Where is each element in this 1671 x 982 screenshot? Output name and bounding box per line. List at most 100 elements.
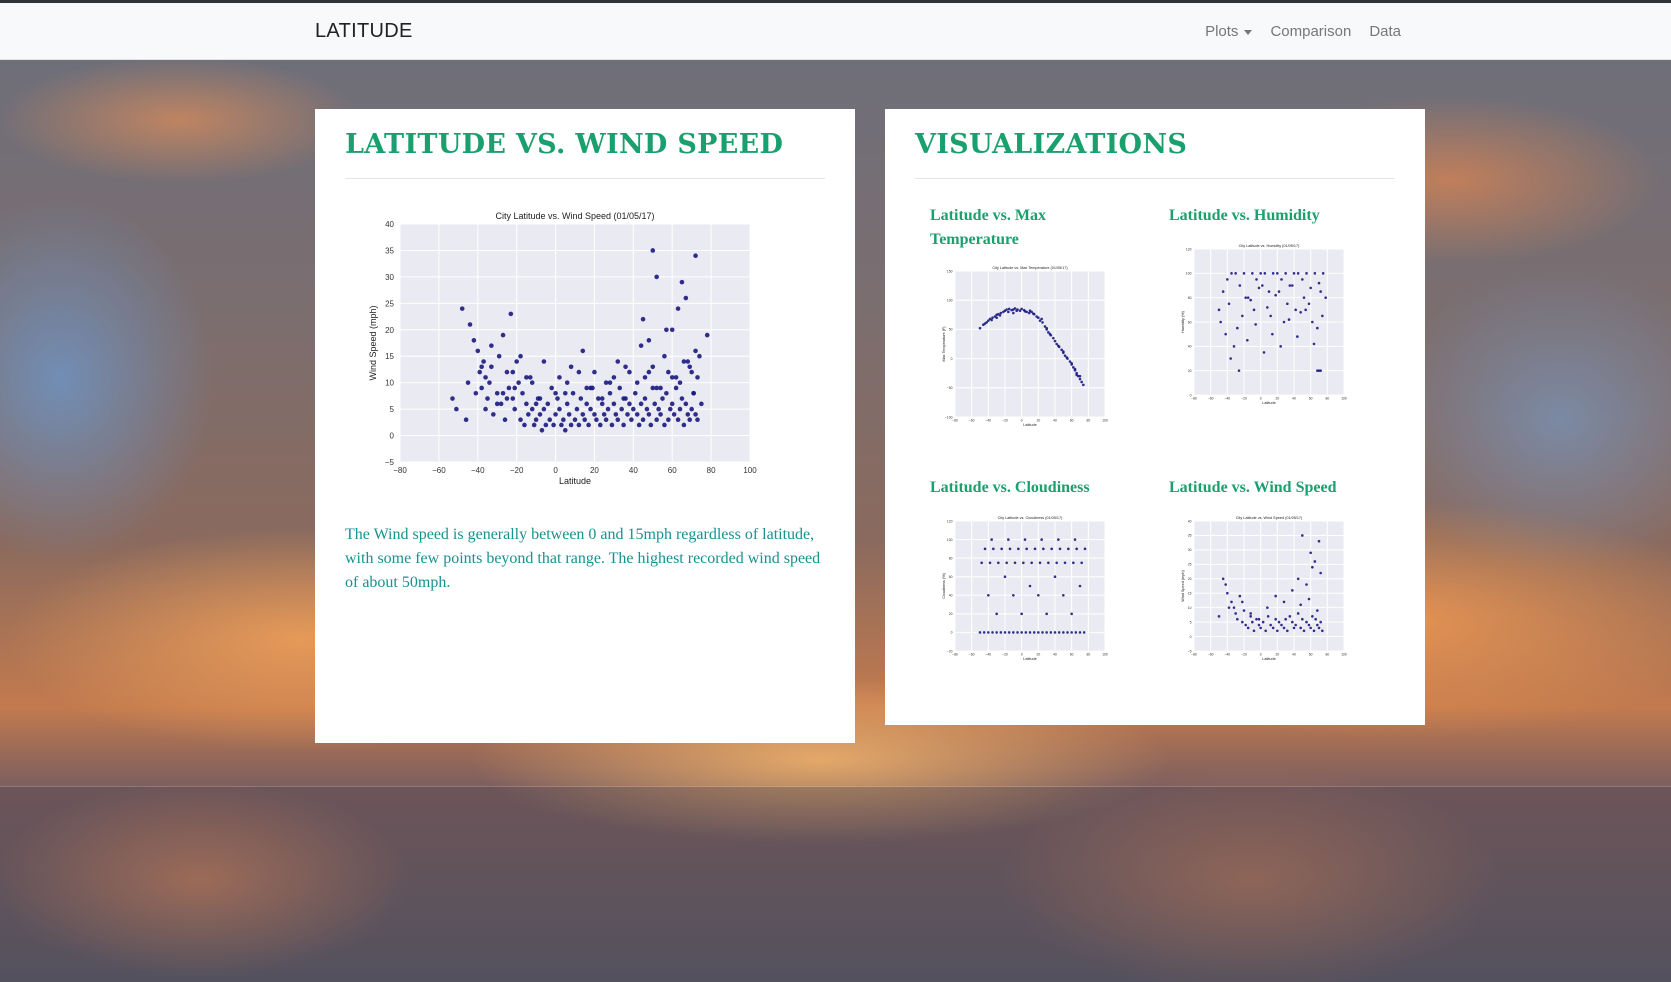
scatter-point <box>1299 603 1302 607</box>
scatter-point <box>1078 374 1082 378</box>
scatter-point <box>1302 296 1306 299</box>
scatter-point <box>640 417 646 422</box>
x-tick-label: 80 <box>707 466 716 475</box>
scatter-point <box>1287 318 1291 321</box>
x-tick-label: 40 <box>1053 419 1057 423</box>
scatter-point <box>632 390 638 396</box>
scatter-point <box>1224 583 1227 586</box>
divider <box>345 178 825 179</box>
scatter-point <box>1269 623 1272 627</box>
brand-link[interactable]: LATITUDE <box>315 20 413 43</box>
scatter-point <box>1252 629 1256 633</box>
scatter-point <box>677 406 683 412</box>
y-tick-label: 20 <box>949 612 953 616</box>
scatter-point <box>471 338 477 343</box>
nav-data-link[interactable]: Data <box>1369 23 1401 40</box>
y-tick-label: 15 <box>385 352 394 361</box>
scatter-point <box>687 417 693 422</box>
scatter-point <box>504 396 510 401</box>
scatter-point <box>1007 307 1011 311</box>
scatter-point <box>1042 547 1045 551</box>
x-tick-label: −60 <box>969 419 975 423</box>
viz-link-wind-speed[interactable]: Latitude vs. Wind Speed <box>1169 476 1399 500</box>
scatter-point <box>1049 631 1053 634</box>
y-axis-label: Wind Speed (mph) <box>368 305 378 380</box>
viz-link-cloudiness[interactable]: Latitude vs. Cloudiness <box>930 476 1150 500</box>
scatter-point <box>454 406 459 412</box>
scatter-point <box>1082 631 1086 634</box>
scatter-point <box>619 406 624 412</box>
scatter-point <box>514 359 519 364</box>
cloudiness-thumbnail[interactable]: −80 −60 −40 −20 0 20 40 60 80 100 −20 0 20 40 60 80 100 1… <box>930 509 1115 669</box>
scatter-point <box>646 338 652 343</box>
scatter-point <box>1227 302 1231 306</box>
scatter-point <box>1291 284 1294 287</box>
scatter-point <box>562 390 568 396</box>
scatter-point <box>1217 615 1221 618</box>
scatter-point <box>1269 314 1272 318</box>
viz-link-humidity[interactable]: Latitude vs. Humidity <box>1169 204 1399 228</box>
x-tick-label: 20 <box>1275 397 1279 401</box>
scatter-point <box>1302 629 1306 633</box>
viz-link-max-temperature[interactable]: Latitude vs. Max Temperature <box>930 204 1130 252</box>
scatter-point <box>681 422 687 428</box>
scatter-point <box>1080 380 1083 384</box>
scatter-point <box>494 401 500 407</box>
scatter-point <box>1257 617 1261 621</box>
scatter-point <box>666 417 671 422</box>
scatter-point <box>1078 584 1082 588</box>
y-tick-label: 0 <box>390 432 395 441</box>
scatter-point <box>1040 317 1043 321</box>
scatter-point <box>621 422 626 428</box>
scatter-point <box>572 417 578 422</box>
scatter-point <box>652 401 658 407</box>
wind-speed-thumbnail[interactable]: −80 −60 −40 −20 0 20 40 60 80 100 −5 0 5 10 15 20 25 30 35… <box>1169 509 1354 669</box>
scatter-point <box>450 396 455 401</box>
scatter-point <box>1237 369 1241 372</box>
scatter-point <box>662 422 667 428</box>
scatter-point <box>1007 538 1010 541</box>
nav-comparison-link[interactable]: Comparison <box>1270 23 1351 40</box>
x-tick-label: 100 <box>743 466 757 475</box>
scatter-point <box>1232 345 1236 348</box>
y-tick-label: 40 <box>1188 519 1192 523</box>
x-tick-label: −20 <box>1002 419 1008 423</box>
scatter-point <box>500 332 506 338</box>
scatter-point <box>605 406 611 412</box>
scatter-point <box>599 401 605 407</box>
scatter-point <box>1288 284 1292 287</box>
scatter-point <box>1311 615 1314 618</box>
scatter-point <box>1050 547 1053 551</box>
scatter-point <box>1007 310 1010 314</box>
scatter-point <box>512 406 518 412</box>
scatter-point <box>679 279 685 285</box>
scatter-point <box>1286 302 1289 306</box>
scatter-point <box>634 412 640 417</box>
scatter-point <box>541 406 547 412</box>
x-tick-label: 0 <box>1260 653 1262 657</box>
scatter-point <box>465 380 471 385</box>
y-tick-label: −5 <box>1188 649 1192 653</box>
scatter-point <box>1271 626 1275 630</box>
scatter-point <box>666 369 671 375</box>
scatter-point <box>1013 307 1017 310</box>
x-axis-label: Latitude <box>1262 657 1275 661</box>
scatter-point <box>555 396 560 401</box>
scatter-point <box>1037 631 1040 634</box>
scatter-point <box>634 380 640 385</box>
nav-plots-dropdown[interactable]: Plots <box>1205 23 1253 40</box>
scatter-point <box>1282 600 1286 604</box>
scatter-point <box>1224 332 1227 336</box>
scatter-point <box>1226 591 1229 595</box>
scatter-point <box>1078 377 1082 381</box>
max-temperature-thumbnail[interactable]: −80 −60 −40 −20 0 20 40 60 80 100 −100 −50 0 50 100 150… <box>930 259 1115 439</box>
scatter-point <box>1246 296 1250 299</box>
humidity-thumbnail[interactable]: −80 −60 −40 −20 0 20 40 60 80 100 0 20 40 60 80 100 120 C… <box>1169 237 1354 417</box>
scatter-point <box>1241 314 1244 318</box>
scatter-point <box>1246 626 1250 630</box>
scatter-point <box>518 417 523 422</box>
scatter-point <box>533 417 539 422</box>
scatter-point <box>586 422 591 428</box>
x-tick-label: 0 <box>553 466 558 475</box>
scatter-point <box>642 375 648 380</box>
